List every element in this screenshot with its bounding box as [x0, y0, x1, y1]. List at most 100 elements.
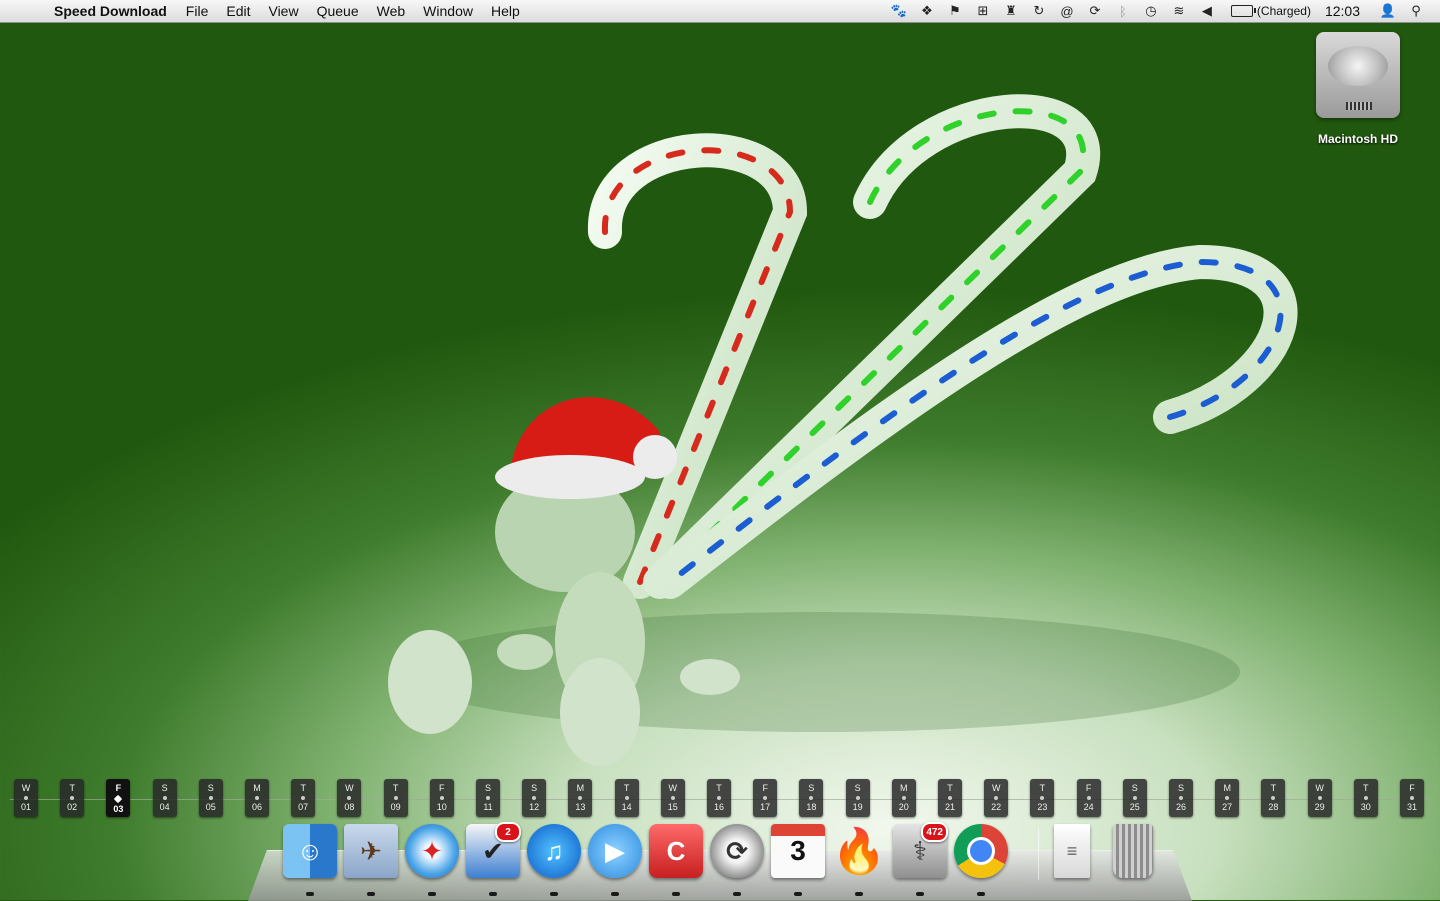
facetime-dock-item[interactable]: ▶	[587, 822, 643, 896]
calendar-day[interactable]: M 06	[245, 779, 269, 817]
wifi-icon[interactable]: ≋	[1165, 0, 1193, 22]
calendar-day[interactable]: T 28	[1261, 779, 1286, 817]
calendar-day-number: 09	[390, 802, 401, 812]
calendar-day[interactable]: W 29	[1307, 779, 1332, 817]
calendar-day-letter: S	[1177, 783, 1184, 793]
menu-edit[interactable]: Edit	[217, 3, 259, 19]
chrome-dock-item[interactable]	[953, 822, 1009, 896]
calendar-day-letter: M	[900, 783, 908, 793]
running-indicator	[550, 892, 558, 896]
cocoa-app-dock-item[interactable]: C	[648, 822, 704, 896]
document-dock-item[interactable]: ≡	[1044, 822, 1100, 878]
menu-file[interactable]: File	[177, 3, 218, 19]
calendar-day[interactable]: S 04	[152, 779, 177, 817]
calendar-dock-item[interactable]: 3	[770, 822, 826, 896]
menu-clock[interactable]: 12:03	[1317, 3, 1374, 19]
calendar-day-letter: T	[716, 783, 722, 793]
calendar-day[interactable]: T 02	[60, 779, 85, 817]
tasks-dock-item[interactable]: ✔ 2	[465, 822, 521, 896]
calendar-day[interactable]: S 19	[845, 779, 870, 817]
at-sign-icon[interactable]: @	[1053, 0, 1081, 22]
disk-utility-dock-item[interactable]: ⚕ 472	[892, 822, 948, 896]
bluetooth-icon[interactable]: ᛒ	[1109, 0, 1137, 22]
trash-icon	[1113, 824, 1153, 878]
calendar-day-marker	[670, 796, 675, 800]
flame-app-dock-item[interactable]: 🔥	[831, 822, 887, 896]
calendar-day-marker	[439, 796, 444, 800]
menu-bar: Speed Download File Edit View Queue Web …	[0, 0, 1440, 23]
calendar-day[interactable]: F 03	[106, 779, 131, 817]
app-menu-speed-download[interactable]: Speed Download	[44, 3, 177, 19]
time-machine-icon[interactable]: ◷	[1137, 0, 1165, 22]
calendar-day-marker	[901, 796, 906, 800]
calendar-day-number: 07	[298, 802, 309, 812]
calendar-day[interactable]: F 17	[753, 779, 778, 817]
finder-dock-item[interactable]: ☺	[282, 822, 338, 896]
itunes-dock-item[interactable]: ♫	[526, 822, 582, 896]
calendar-day[interactable]: T 30	[1353, 779, 1378, 817]
calendar-day[interactable]: S 18	[799, 779, 824, 817]
calendar-day[interactable]: T 21	[938, 779, 962, 817]
calendar-day[interactable]: W 22	[984, 779, 1009, 817]
calendar-day-number: 11	[483, 802, 493, 812]
calendar-day[interactable]: M 20	[891, 779, 916, 817]
mail-dock-item[interactable]: ✈	[343, 822, 399, 896]
user-icon[interactable]: 👤	[1374, 0, 1402, 22]
calendar-day-letter: W	[1315, 783, 1324, 793]
calendar-day[interactable]: T 16	[707, 779, 731, 817]
calendar-day[interactable]: M 13	[568, 779, 593, 817]
menu-help[interactable]: Help	[482, 3, 529, 19]
calendar-day[interactable]: F 10	[429, 779, 454, 817]
menu-web[interactable]: Web	[368, 3, 415, 19]
calendar-day-number: 17	[760, 802, 771, 812]
spotlight-search-icon[interactable]: ⚲	[1402, 0, 1430, 22]
calendar-day[interactable]: W 08	[337, 779, 362, 817]
menu-queue[interactable]: Queue	[308, 3, 368, 19]
calendar-day[interactable]: T 09	[383, 779, 408, 817]
macintosh-hd-drive[interactable]: Macintosh HD	[1300, 32, 1416, 146]
calendar-day[interactable]: S 26	[1169, 779, 1193, 817]
calendar-day-letter: M	[1223, 783, 1231, 793]
calendar-day[interactable]: F 24	[1076, 779, 1101, 817]
notification-badge: 2	[495, 822, 521, 842]
document-icon: ≡	[1054, 824, 1090, 878]
menu-window[interactable]: Window	[414, 3, 482, 19]
calendar-day-marker	[1086, 796, 1091, 800]
calendar-day-marker	[578, 796, 583, 800]
calendar-day-letter: T	[69, 783, 75, 793]
calendar-day[interactable]: M 27	[1215, 779, 1240, 817]
volume-icon[interactable]: ◀	[1193, 0, 1221, 22]
growl-icon[interactable]: 🐾	[885, 0, 913, 22]
menu-view[interactable]: View	[259, 3, 307, 19]
calendar-day[interactable]: W 01	[14, 779, 38, 817]
calendar-day-letter: S	[484, 783, 491, 793]
refresh-icon[interactable]: ⟳	[1081, 0, 1109, 22]
calendar-day-number: 25	[1129, 802, 1140, 812]
cleaner-icon[interactable]: ♜	[997, 0, 1025, 22]
sync-arrows-icon[interactable]: ↻	[1025, 0, 1053, 22]
calendar-day[interactable]: T 23	[1030, 779, 1055, 817]
calendar-day[interactable]: F 31	[1400, 779, 1424, 817]
calendar-day[interactable]: S 05	[198, 779, 223, 817]
calendar-day[interactable]: S 12	[522, 779, 547, 817]
calendar-day-marker	[1132, 796, 1137, 800]
running-indicator	[306, 892, 314, 896]
calendar-day[interactable]: T 07	[291, 779, 316, 817]
running-indicator	[855, 892, 863, 896]
trash-dock-item[interactable]	[1105, 822, 1161, 878]
battery-status[interactable]: (Charged)	[1221, 4, 1317, 18]
dropbox-icon[interactable]: ❖	[913, 0, 941, 22]
gift-icon[interactable]: ⊞	[969, 0, 997, 22]
chrome-icon	[954, 824, 1008, 878]
running-indicator	[672, 892, 680, 896]
calendar-day-number: 26	[1175, 802, 1186, 812]
calendar-day[interactable]: W 15	[660, 779, 685, 817]
calendar-day[interactable]: T 14	[614, 779, 639, 817]
calendar-day-number: 19	[852, 802, 863, 812]
calendar-day[interactable]: S 25	[1122, 779, 1147, 817]
calendar-day-number: 13	[575, 802, 586, 812]
safari-dock-item[interactable]: ✦	[404, 822, 460, 896]
speed-download-dock-item[interactable]: ⟳	[709, 822, 765, 896]
calendar-day[interactable]: S 11	[476, 779, 500, 817]
bookmark-icon[interactable]: ⚑	[941, 0, 969, 22]
